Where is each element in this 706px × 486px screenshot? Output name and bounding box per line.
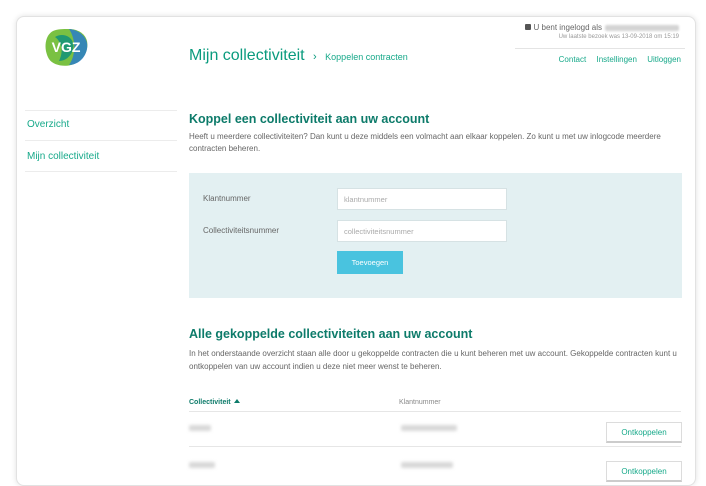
- ontkoppelen-button[interactable]: Ontkoppelen: [606, 461, 682, 482]
- uitloggen-link[interactable]: Uitloggen: [647, 55, 681, 64]
- gekoppeld-heading: Alle gekoppelde collectiviteiten aan uw …: [189, 327, 473, 341]
- row-1-collectiviteit-redacted: [189, 425, 211, 431]
- row-1-klantnummer-redacted: [401, 425, 457, 431]
- vgz-logo[interactable]: VGZ: [41, 27, 91, 67]
- row-2-collectiviteit-redacted: [189, 462, 215, 468]
- sidebar-divider: [25, 140, 177, 141]
- breadcrumb-current[interactable]: Koppelen contracten: [325, 52, 408, 62]
- koppel-heading: Koppel een collectiviteit aan uw account: [189, 112, 430, 126]
- column-header-collectiviteit[interactable]: Collectiviteit: [189, 399, 240, 406]
- sidebar-divider: [25, 110, 177, 111]
- column-header-collectiviteit-label: Collectiviteit: [189, 399, 231, 406]
- koppel-intro: Heeft u meerdere collectiviteiten? Dan k…: [189, 132, 661, 153]
- page-title: Mijn collectiviteit › Koppelen contracte…: [189, 47, 408, 65]
- sort-ascending-icon: [233, 399, 240, 403]
- instellingen-link[interactable]: Instellingen: [596, 55, 636, 64]
- table-row-divider: [189, 446, 681, 447]
- gekoppeld-intro: In het onderstaande overzicht staan alle…: [189, 349, 677, 371]
- login-status: U bent ingelogd als Uw laatste bezoek wa…: [524, 23, 679, 40]
- logo-text: VGZ: [52, 39, 81, 55]
- sidebar-divider: [25, 171, 177, 172]
- page-title-text: Mijn collectiviteit: [189, 47, 305, 64]
- contact-link[interactable]: Contact: [559, 55, 587, 64]
- collectiviteitsnummer-input[interactable]: [337, 220, 507, 242]
- klantnummer-input[interactable]: [337, 188, 507, 210]
- column-header-klantnummer: Klantnummer: [399, 399, 441, 406]
- table-header-divider: [189, 411, 681, 412]
- koppel-form: Klantnummer Collectiviteitsnummer Toevoe…: [189, 173, 682, 298]
- breadcrumb-separator: ›: [313, 51, 317, 63]
- collectiviteitsnummer-label: Collectiviteitsnummer: [203, 226, 280, 235]
- login-text: U bent ingelogd als: [533, 23, 603, 32]
- browser-frame: VGZ Mijn collectiviteit › Koppelen contr…: [16, 16, 696, 486]
- header-links: Contact Instellingen Uitloggen: [551, 55, 681, 64]
- sidebar-item-mijn-collectiviteit[interactable]: Mijn collectiviteit: [25, 151, 177, 162]
- lock-icon: [524, 24, 531, 30]
- klantnummer-label: Klantnummer: [203, 194, 251, 203]
- header-divider: [515, 48, 685, 49]
- toevoegen-button[interactable]: Toevoegen: [337, 251, 403, 274]
- sidebar-item-overzicht[interactable]: Overzicht: [25, 119, 177, 130]
- row-2-klantnummer-redacted: [401, 462, 453, 468]
- ontkoppelen-button[interactable]: Ontkoppelen: [606, 422, 682, 443]
- last-visit: Uw laatste bezoek was 13-09-2018 om 15:1…: [558, 34, 679, 40]
- username-redacted: [605, 25, 679, 31]
